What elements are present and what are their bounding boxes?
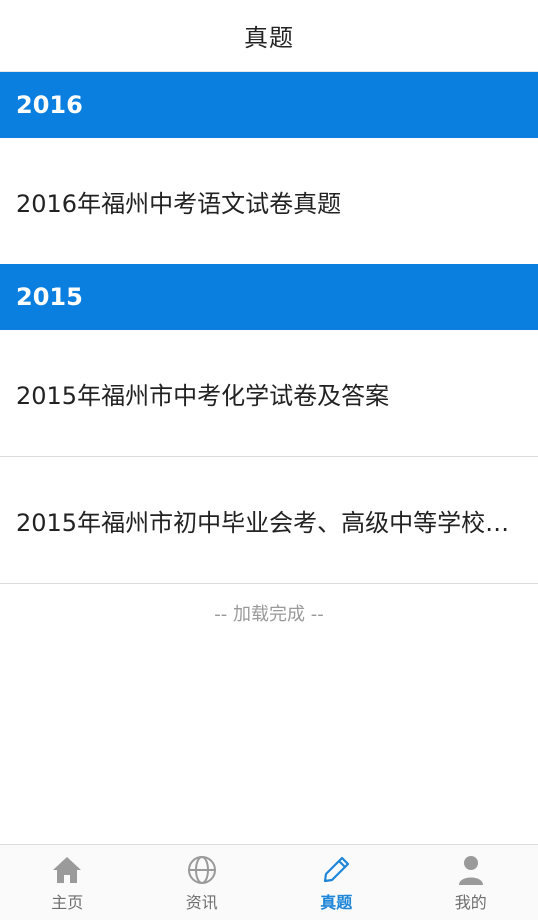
list-item[interactable]: 2016年福州中考语文试卷真题 <box>0 138 538 264</box>
tab-label: 主页 <box>51 892 84 912</box>
user-icon <box>454 853 488 887</box>
home-icon <box>50 853 84 887</box>
globe-icon <box>185 853 219 887</box>
section-year-label: 2016 <box>16 91 83 119</box>
tab-label: 真题 <box>320 892 353 912</box>
tab-home[interactable]: 主页 <box>0 845 135 920</box>
section-header-2015: 2015 <box>0 264 538 330</box>
top-bar: 真题 <box>0 0 538 72</box>
tab-news[interactable]: 资讯 <box>135 845 270 920</box>
list-item-title: 2016年福州中考语文试卷真题 <box>16 189 342 218</box>
section-header-2016: 2016 <box>0 72 538 138</box>
content-list: 2016 2016年福州中考语文试卷真题 2015 2015年福州市中考化学试卷… <box>0 72 538 626</box>
load-complete-text: -- 加载完成 -- <box>214 604 324 625</box>
section-year-label: 2015 <box>16 283 83 311</box>
list-item-title: 2015年福州市初中毕业会考、高级中等学校… <box>16 508 510 537</box>
tab-exam[interactable]: 真题 <box>269 845 404 920</box>
list-item[interactable]: 2015年福州市初中毕业会考、高级中等学校… <box>0 457 538 584</box>
app: 真题 2016 2016年福州中考语文试卷真题 2015 2015年福州市中考化… <box>0 0 538 920</box>
bottom-tab-bar: 主页 资讯 真题 我的 <box>0 844 538 920</box>
tab-mine[interactable]: 我的 <box>404 845 538 920</box>
pencil-icon <box>319 853 353 887</box>
tab-label: 我的 <box>454 892 487 912</box>
page-title: 真题 <box>244 24 294 52</box>
tab-label: 资讯 <box>185 892 218 912</box>
list-item-title: 2015年福州市中考化学试卷及答案 <box>16 381 390 410</box>
list-item[interactable]: 2015年福州市中考化学试卷及答案 <box>0 330 538 457</box>
